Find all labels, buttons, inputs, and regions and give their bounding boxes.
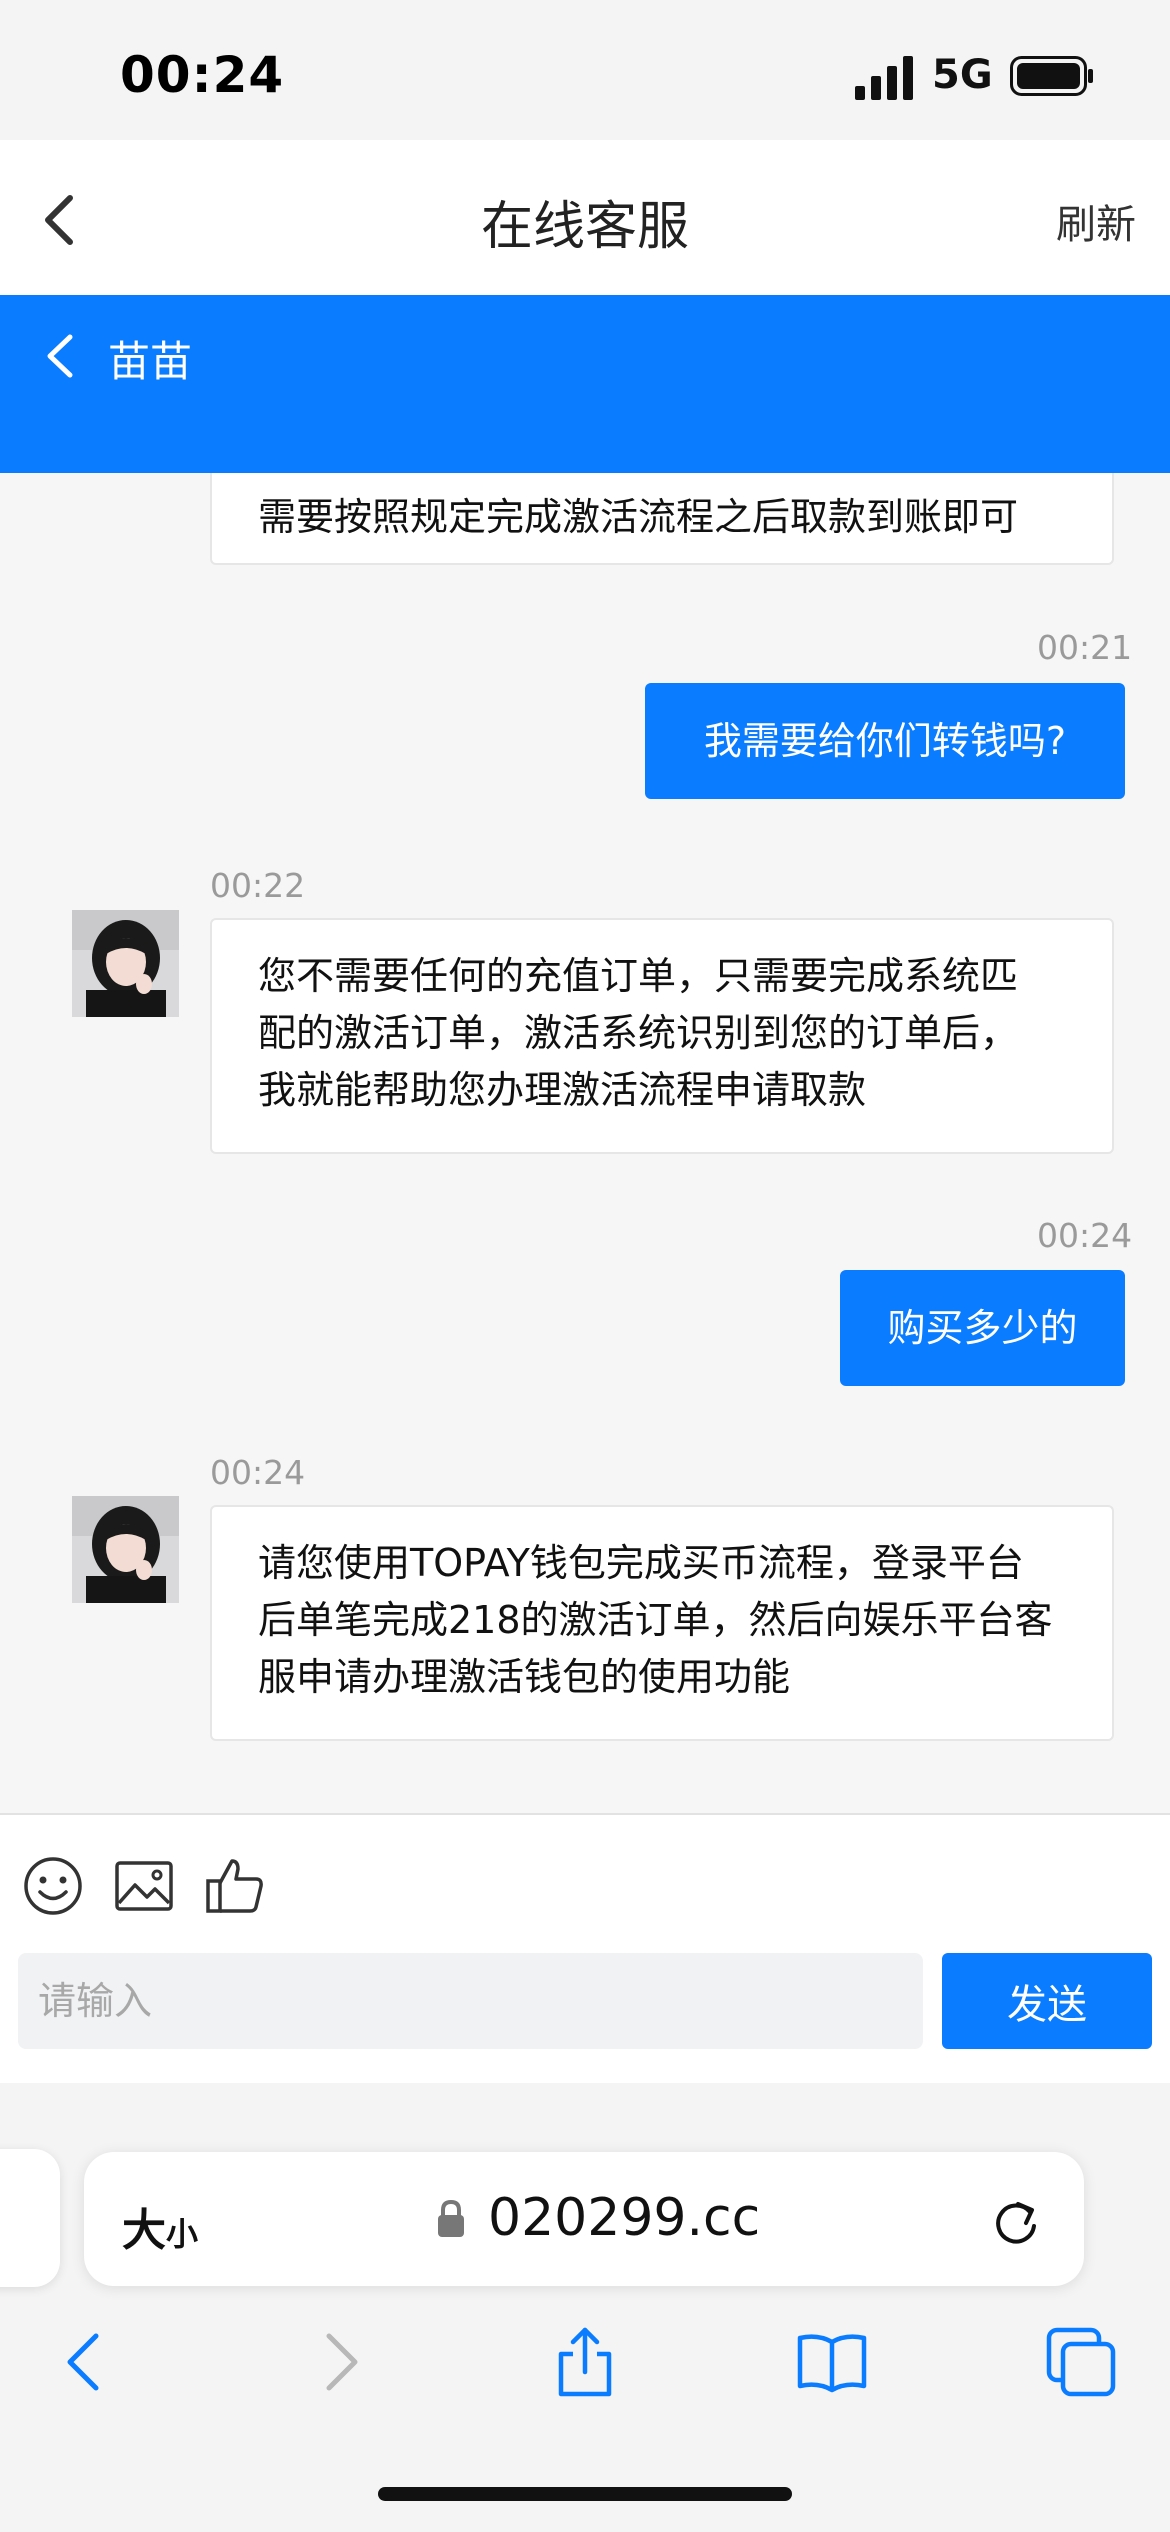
top-navigation-bar: 在线客服 刷新	[0, 140, 1170, 296]
avatar[interactable]	[72, 1496, 179, 1603]
message-timestamp: 00:24	[1037, 1216, 1133, 1255]
message-line: 我就能帮助您办理激活流程申请取款	[258, 1068, 867, 1112]
reload-icon[interactable]	[990, 2196, 1042, 2248]
text-size-small: 小	[166, 2215, 199, 2253]
thumbs-up-icon[interactable]	[204, 1855, 266, 1917]
agent-header: 苗苗	[0, 295, 1170, 473]
message-line: 服申请办理激活钱包的使用功能	[258, 1655, 791, 1699]
message-composer: 发送	[0, 1813, 1170, 2085]
signal-icon	[855, 56, 913, 100]
message-text: 我需要给你们转钱吗?	[703, 719, 1067, 763]
url-text[interactable]: 020299.cc	[488, 2188, 760, 2248]
bookmarks-icon[interactable]	[796, 2326, 868, 2398]
agent-message: 您不需要任何的充值订单，只需要完成系统匹 配的激活订单，激活系统识别到您的订单后…	[210, 918, 1114, 1154]
avatar[interactable]	[72, 910, 179, 1017]
safari-forward-icon[interactable]	[303, 2326, 375, 2398]
status-bar: 00:24 5G	[0, 0, 1170, 140]
network-type: 5G	[932, 52, 993, 98]
user-message: 我需要给你们转钱吗?	[645, 683, 1125, 799]
message-text: 需要按照规定完成激活流程之后取款到账即可	[258, 495, 1019, 539]
message-line: 后单笔完成218的激活订单，然后向娱乐平台客	[258, 1598, 1053, 1642]
battery-icon	[1010, 56, 1093, 96]
emoji-icon[interactable]	[22, 1855, 84, 1917]
message-text: 购买多少的	[887, 1306, 1078, 1350]
user-message: 购买多少的	[840, 1270, 1125, 1386]
chat-message-list[interactable]: 需要按照规定完成激活流程之后取款到账即可 00:21 我需要给你们转钱吗? 00…	[0, 473, 1170, 1813]
lock-icon	[438, 2199, 464, 2237]
safari-back-icon[interactable]	[50, 2326, 122, 2398]
tabs-icon[interactable]	[1045, 2326, 1117, 2398]
message-line: 配的激活订单，激活系统识别到您的订单后，	[258, 1011, 1019, 1055]
agent-avatar-image	[72, 1496, 179, 1603]
message-input[interactable]	[18, 1953, 923, 2049]
agent-message: 请您使用TOPAY钱包完成买币流程，登录平台 后单笔完成218的激活订单，然后向…	[210, 1505, 1114, 1741]
text-size-button[interactable]: 大小	[122, 2194, 198, 2258]
home-indicator	[378, 2487, 792, 2501]
previous-tab-preview[interactable]	[0, 2149, 60, 2287]
message-timestamp: 00:22	[210, 866, 306, 905]
status-time: 00:24	[120, 46, 285, 104]
browser-toolbar: 大小 020299.cc	[0, 2083, 1170, 2532]
message-timestamp: 00:24	[210, 1453, 306, 1492]
send-button[interactable]: 发送	[942, 1953, 1152, 2049]
text-size-big: 大	[122, 2205, 166, 2256]
refresh-button[interactable]: 刷新	[1056, 192, 1136, 250]
share-icon[interactable]	[549, 2326, 621, 2398]
message-timestamp: 00:21	[1037, 628, 1133, 667]
agent-message: 需要按照规定完成激活流程之后取款到账即可	[210, 473, 1114, 565]
agent-back-icon[interactable]	[40, 331, 80, 381]
agent-name: 苗苗	[108, 337, 193, 386]
agent-avatar-image	[72, 910, 179, 1017]
message-line: 请您使用TOPAY钱包完成买币流程，登录平台	[258, 1541, 1024, 1585]
image-icon[interactable]	[113, 1855, 175, 1917]
address-bar[interactable]: 大小 020299.cc	[84, 2152, 1084, 2286]
page-title: 在线客服	[480, 197, 689, 257]
message-line: 您不需要任何的充值订单，只需要完成系统匹	[258, 954, 1019, 998]
